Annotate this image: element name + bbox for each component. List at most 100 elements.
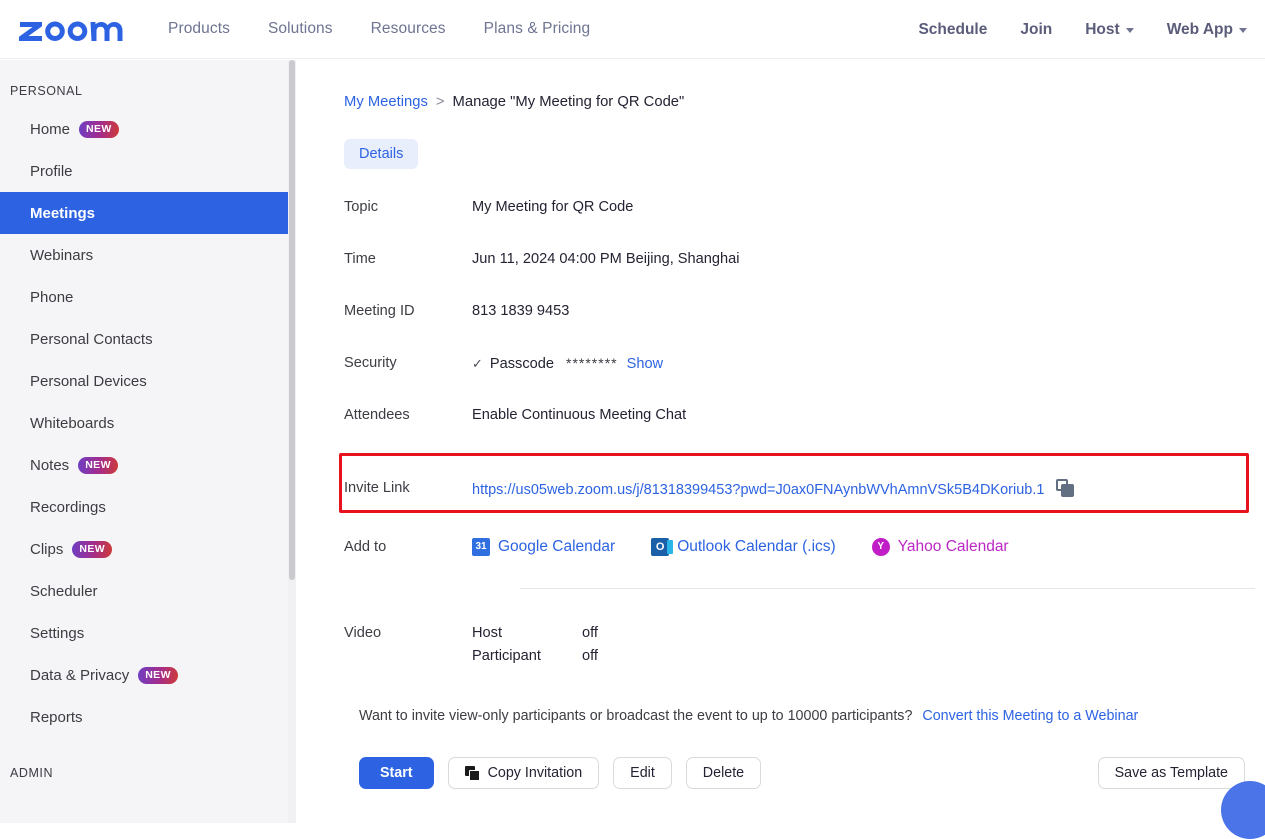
tab-bar: Details <box>344 139 419 169</box>
copy-icon <box>464 765 480 781</box>
start-button[interactable]: Start <box>359 757 434 789</box>
video-host-state: off <box>582 625 598 641</box>
sidebar-item-label: Personal Devices <box>30 372 147 390</box>
topic-label: Topic <box>344 199 379 215</box>
detail-row-attendees: Attendees Enable Continuous Meeting Chat <box>296 405 1265 457</box>
nav-link-web-app-label: Web App <box>1166 20 1233 38</box>
nav-link-web-app[interactable]: Web App <box>1167 21 1247 39</box>
add-to-yahoo-calendar[interactable]: Y Yahoo Calendar <box>871 538 1009 556</box>
sidebar-section-admin: ADMIN <box>10 766 54 780</box>
breadcrumb-separator: > <box>435 94 445 110</box>
show-passcode-link[interactable]: Show <box>627 356 664 372</box>
sidebar-item-label: Personal Contacts <box>30 330 153 348</box>
sidebar-section-personal: PERSONAL <box>10 84 83 98</box>
sidebar-item-scheduler[interactable]: Scheduler <box>0 570 288 612</box>
time-label: Time <box>344 251 376 267</box>
sidebar-item-settings[interactable]: Settings <box>0 612 288 654</box>
copy-icon-front-square <box>1061 483 1075 497</box>
sidebar-item-whiteboards[interactable]: Whiteboards <box>0 402 288 444</box>
time-value: Jun 11, 2024 04:00 PM Beijing, Shanghai <box>472 251 740 267</box>
attendees-value: Enable Continuous Meeting Chat <box>472 407 687 423</box>
save-as-template-button[interactable]: Save as Template <box>1097 757 1245 789</box>
nav-link-host[interactable]: Host <box>1085 20 1134 39</box>
new-badge: NEW <box>79 120 119 138</box>
security-value: ✓ Passcode ******** Show <box>472 353 663 372</box>
detail-row-invite-link: Invite Link https://us05web.zoom.us/j/81… <box>296 457 1265 517</box>
video-settings-block: Video Host off Participant off <box>296 623 1265 675</box>
account-nav-links: Schedule Join Host Web App <box>918 0 1247 59</box>
sidebar-item-phone[interactable]: Phone <box>0 276 288 318</box>
edit-button[interactable]: Edit <box>613 757 672 789</box>
video-label: Video <box>344 625 382 641</box>
video-row-host: Host off <box>472 625 598 641</box>
new-badge: NEW <box>72 540 113 558</box>
new-badge: NEW <box>78 456 118 474</box>
yahoo-calendar-icon: Y <box>871 538 890 556</box>
nav-link-schedule-label: Schedule <box>918 20 988 38</box>
sidebar-item-home[interactable]: Home NEW <box>0 108 288 150</box>
nav-link-plans-pricing[interactable]: Plans & Pricing <box>484 20 591 38</box>
copy-invitation-label: Copy Invitation <box>487 765 583 781</box>
sidebar-item-label: Whiteboards <box>30 414 115 432</box>
sidebar-item-label: Clips <box>30 540 64 558</box>
invite-link-url[interactable]: https://us05web.zoom.us/j/81318399453?pw… <box>472 482 1044 498</box>
attendees-label: Attendees <box>344 407 410 423</box>
tab-details[interactable]: Details <box>344 139 419 169</box>
add-to-google-calendar[interactable]: 31 Google Calendar <box>472 538 615 556</box>
breadcrumb-current: Manage "My Meeting for QR Code" <box>452 94 685 110</box>
video-participant-label: Participant <box>472 648 541 664</box>
sidebar-item-recordings[interactable]: Recordings <box>0 486 288 528</box>
check-icon: ✓ <box>472 356 483 371</box>
sidebar-item-data-privacy[interactable]: Data & Privacy NEW <box>0 654 288 696</box>
google-calendar-label: Google Calendar <box>498 538 616 555</box>
yahoo-calendar-label: Yahoo Calendar <box>897 538 1009 555</box>
sidebar-item-reports[interactable]: Reports <box>0 696 288 738</box>
detail-row-time: Time Jun 11, 2024 04:00 PM Beijing, Shan… <box>296 249 1265 301</box>
video-host-label: Host <box>472 625 503 641</box>
copy-icon-front-square <box>468 769 480 781</box>
sidebar-item-label: Data & Privacy <box>30 666 130 684</box>
nav-link-join[interactable]: Join <box>1020 21 1052 39</box>
zoom-logo[interactable] <box>18 16 126 42</box>
nav-link-host-label: Host <box>1085 20 1120 38</box>
sidebar: PERSONAL Home NEW Profile Meetings Webin… <box>0 60 288 823</box>
nav-link-products[interactable]: Products <box>168 20 230 38</box>
new-badge: NEW <box>138 666 178 684</box>
nav-link-resources[interactable]: Resources <box>371 20 446 38</box>
add-to-label: Add to <box>344 539 387 555</box>
nav-link-schedule[interactable]: Schedule <box>918 21 987 39</box>
copy-invite-link-icon[interactable] <box>1056 478 1075 498</box>
convert-to-webinar-link[interactable]: Convert this Meeting to a Webinar <box>922 708 1138 724</box>
detail-row-security: Security ✓ Passcode ******** Show <box>296 353 1265 405</box>
delete-button[interactable]: Delete <box>685 757 762 789</box>
webinar-note-text: Want to invite view-only participants or… <box>359 708 913 724</box>
outlook-calendar-icon: O <box>651 538 674 556</box>
detail-row-video: Video Host off Participant off <box>296 623 1265 675</box>
sidebar-item-profile[interactable]: Profile <box>0 150 288 192</box>
sidebar-scrollbar-thumb[interactable] <box>289 60 295 580</box>
sidebar-item-clips[interactable]: Clips NEW <box>0 528 288 570</box>
action-button-bar: Start Copy Invitation Edit Delete <box>359 757 762 789</box>
sidebar-item-label: Settings <box>30 624 85 642</box>
google-calendar-icon: 31 <box>472 538 490 556</box>
meeting-id-label: Meeting ID <box>344 303 415 319</box>
video-row-participant: Participant off <box>472 648 598 664</box>
calendar-options: 31 Google Calendar O Outlook Calendar (.… <box>472 538 1009 556</box>
invite-link-value: https://us05web.zoom.us/j/81318399453?pw… <box>472 477 1075 498</box>
nav-link-join-label: Join <box>1020 20 1053 38</box>
video-states: Host off Participant off <box>472 625 598 664</box>
breadcrumb-link-my-meetings[interactable]: My Meetings <box>344 94 428 110</box>
sidebar-item-label: Recordings <box>30 498 106 516</box>
sidebar-item-webinars[interactable]: Webinars <box>0 234 288 276</box>
sidebar-item-personal-contacts[interactable]: Personal Contacts <box>0 318 288 360</box>
sidebar-item-notes[interactable]: Notes NEW <box>0 444 288 486</box>
add-to-outlook-calendar[interactable]: O Outlook Calendar (.ics) <box>651 538 836 556</box>
nav-link-solutions[interactable]: Solutions <box>268 20 333 38</box>
meeting-id-value: 813 1839 9453 <box>472 303 570 319</box>
sidebar-item-personal-devices[interactable]: Personal Devices <box>0 360 288 402</box>
outlook-calendar-label: Outlook Calendar (.ics) <box>677 538 836 555</box>
sidebar-item-meetings[interactable]: Meetings <box>0 192 288 234</box>
webinar-upsell-note: Want to invite view-only participants or… <box>359 708 1138 724</box>
copy-invitation-button[interactable]: Copy Invitation <box>447 757 600 789</box>
support-chat-bubble[interactable] <box>1221 781 1265 839</box>
